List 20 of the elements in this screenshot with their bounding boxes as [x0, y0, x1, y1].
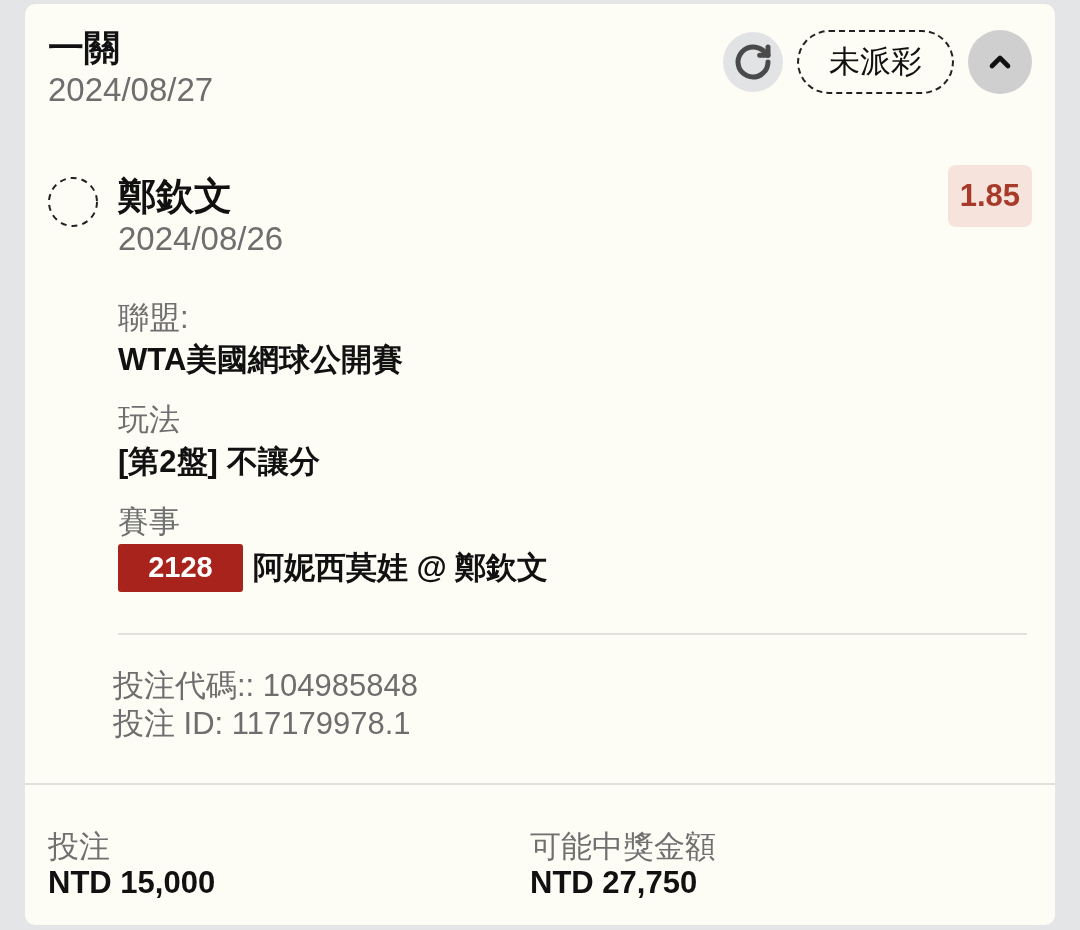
- bet-reference: 投注代碼:: 104985848: [113, 667, 418, 705]
- detail-value: [第2盤] 不讓分: [118, 443, 320, 481]
- status-badge: 未派彩: [797, 30, 954, 94]
- detail-value: WTA美國網球公開賽: [118, 341, 404, 379]
- summary-amount: NTD 27,750: [530, 865, 698, 901]
- summary-label: 投注: [48, 829, 110, 865]
- detail-label: 聯盟:: [118, 299, 189, 337]
- refresh-icon: [733, 42, 773, 82]
- summary-amount: NTD 15,000: [48, 865, 216, 901]
- bet-date: 2024/08/27: [48, 70, 214, 110]
- summary-label: 可能中獎金額: [530, 829, 716, 865]
- detail-label: 玩法: [118, 401, 180, 439]
- match-code-badge: 2128: [118, 544, 243, 592]
- detail-label: 賽事: [118, 503, 180, 541]
- odds-badge: 1.85: [947, 165, 1032, 227]
- detail-value: 阿妮西莫娃 @ 鄭欽文: [253, 549, 549, 587]
- selection-name: 鄭欽文: [118, 174, 232, 219]
- match-date: 2024/08/26: [118, 219, 284, 259]
- bet-type-title: 一關: [48, 26, 120, 70]
- bet-reference: 投注 ID: 117179978.1: [113, 705, 411, 743]
